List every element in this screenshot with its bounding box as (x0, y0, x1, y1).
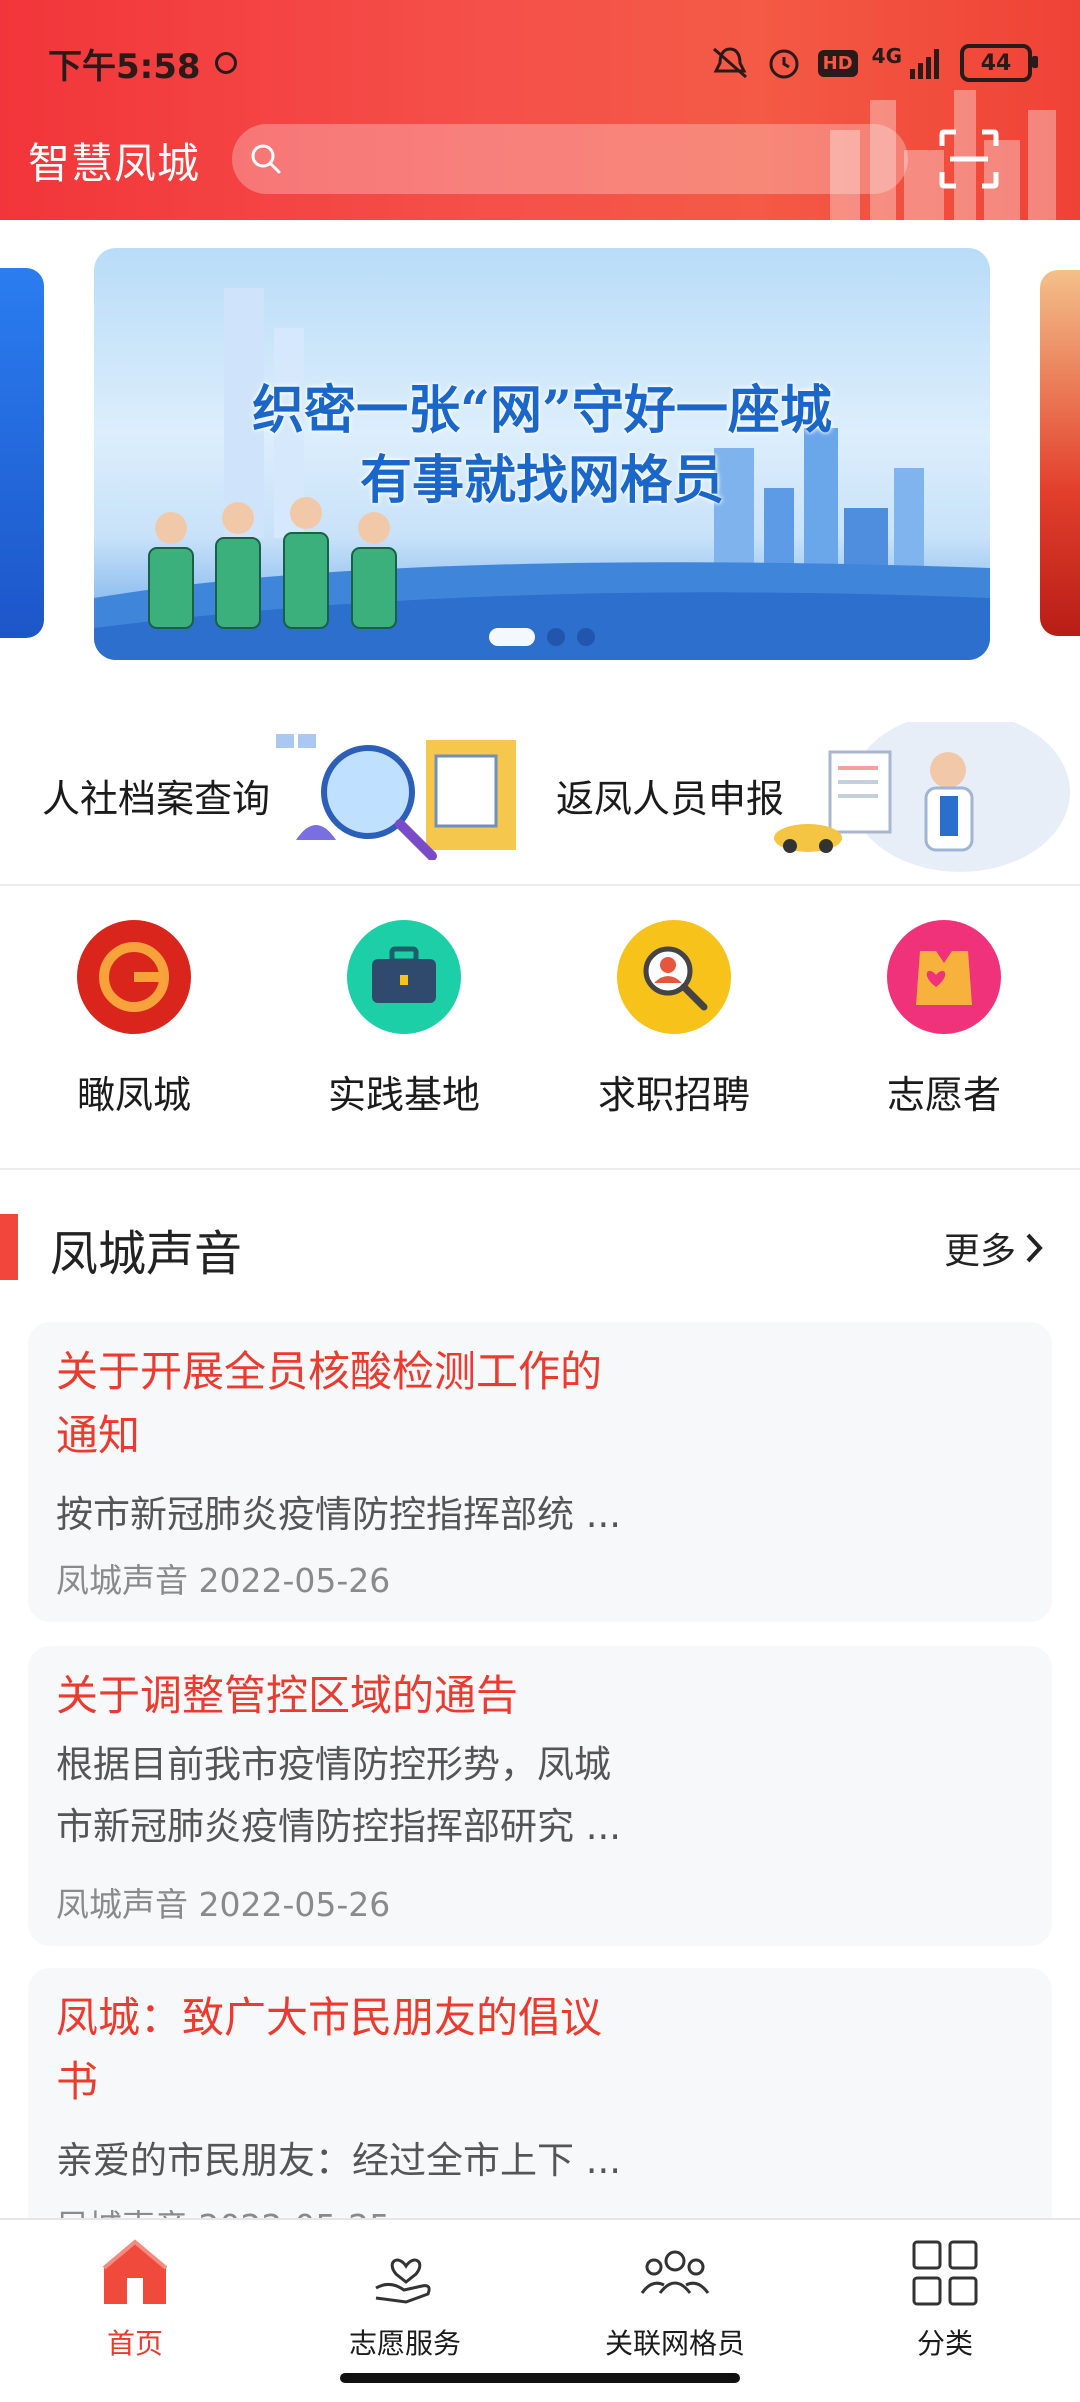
chevron-right-icon (1026, 1233, 1043, 1263)
tab-label: 分类 (916, 2327, 973, 2360)
news-title-line: 凤城：致广大市民朋友的倡议 (56, 1993, 603, 2042)
heart-hand-icon (375, 2258, 431, 2304)
carousel-dot (577, 628, 595, 646)
tab-volunteer-service[interactable]: 志愿服务 (270, 2230, 540, 2362)
magnifier-document-illustration (276, 734, 516, 860)
grid-item-label: 实践基地 (327, 1073, 480, 1117)
section-accent-bar (0, 1214, 18, 1280)
news-card[interactable]: 关于调整管控区域的通告 根据目前我市疫情防控形势，凤城 市新冠肺炎疫情防控指挥部… (28, 1646, 1052, 1946)
news-meta: 凤城声音 2022-05-26 (56, 1561, 391, 1600)
tab-label: 关联网格员 (604, 2327, 745, 2360)
tab-label: 首页 (106, 2327, 163, 2360)
news-card[interactable]: 关于开展全员核酸检测工作的 通知 按市新冠肺炎疫情防控指挥部统 ... 凤城声音… (28, 1322, 1052, 1622)
section-header: 凤城声音 更多 (0, 1210, 1080, 1286)
scan-icon[interactable] (936, 126, 1002, 192)
section-title: 凤城声音 (50, 1226, 243, 1282)
news-title-line: 关于调整管控区域的通告 (56, 1671, 519, 1720)
mute-bell-icon (712, 47, 747, 79)
tab-grid-workers[interactable]: 关联网格员 (540, 2230, 810, 2362)
banner-carousel[interactable]: 织密一张“网”守好一座城 有事就找网格员 (0, 248, 1080, 660)
status-bar: 下午5:58 HD 4G 44 (48, 38, 1038, 88)
news-title-line: 书 (56, 2057, 99, 2106)
banner-next-peek[interactable] (1040, 270, 1080, 636)
quick-link-hr-archive[interactable]: 人社档案查询 (0, 720, 530, 880)
signal-strength-icon (910, 49, 939, 79)
tab-label: 志愿服务 (348, 2327, 461, 2360)
tab-categories[interactable]: 分类 (810, 2230, 1080, 2362)
location-indicator-icon (214, 52, 237, 74)
quick-link-label: 返凤人员申报 (556, 777, 785, 821)
grid-item-label: 求职招聘 (597, 1073, 750, 1117)
fengcheng-logo-icon (77, 920, 191, 1034)
quick-link-label: 人社档案查询 (42, 777, 271, 821)
grid-item-volunteer[interactable]: 志愿者 (844, 920, 1044, 1119)
job-search-icon (617, 920, 731, 1034)
grid-item-jobs[interactable]: 求职招聘 (574, 920, 774, 1119)
banner-slide[interactable]: 织密一张“网”守好一座城 有事就找网格员 (94, 248, 990, 660)
alarm-clock-icon (769, 49, 799, 79)
news-summary: 按市新冠肺炎疫情防控指挥部统 ... (56, 1493, 622, 1536)
status-time: 下午5:58 (48, 46, 201, 87)
banner-headline-2: 有事就找网格员 (359, 450, 724, 511)
app-title: 智慧凤城 (28, 139, 201, 188)
banner-headline-1: 织密一张“网”守好一座城 (252, 380, 832, 441)
tab-home[interactable]: 首页 (0, 2230, 270, 2362)
grid-item-label: 瞰凤城 (76, 1073, 191, 1117)
carousel-indicator (94, 628, 990, 646)
carousel-dot-active (489, 628, 535, 646)
app-header: 下午5:58 HD 4G 44 智慧凤城 (0, 0, 1080, 220)
group-icon (640, 2250, 710, 2294)
divider (0, 1168, 1080, 1170)
carousel-dot (547, 628, 565, 646)
volunteer-vest-icon (887, 920, 1001, 1034)
search-icon (251, 144, 281, 174)
news-summary-line: 市新冠肺炎疫情防控指挥部研究 ... (56, 1805, 622, 1848)
divider (0, 884, 1080, 886)
briefcase-icon (347, 920, 461, 1034)
doctor-clipboard-illustration (774, 722, 1070, 872)
news-title-line: 关于开展全员核酸检测工作的 (56, 1347, 603, 1396)
news-title: 关于调整管控区域的通告 (56, 1664, 696, 1728)
grid-item-practice-base[interactable]: 实践基地 (304, 920, 504, 1119)
more-link-label: 更多 (943, 1231, 1016, 1272)
more-link[interactable]: 更多 (944, 1222, 1044, 1274)
news-summary: 根据目前我市疫情防控形势，凤城 市新冠肺炎疫情防控指挥部研究 ... (56, 1734, 716, 1858)
banner-prev-peek[interactable] (0, 268, 44, 638)
hd-badge: HD (817, 49, 858, 77)
news-title: 凤城：致广大市民朋友的倡议 书 (56, 1986, 696, 2114)
home-icon (102, 2239, 168, 2304)
grid-item-fengcheng[interactable]: 瞰凤城 (34, 920, 234, 1119)
search-input[interactable] (284, 123, 908, 195)
home-indicator[interactable] (340, 2373, 740, 2383)
quick-link-return-report[interactable]: 返凤人员申报 (540, 720, 1080, 880)
grid-item-label: 志愿者 (886, 1073, 1001, 1117)
news-summary-line: 根据目前我市疫情防控形势，凤城 (56, 1743, 611, 1786)
news-title-line: 通知 (56, 1411, 141, 1460)
quick-links: 人社档案查询 返凤人员申报 (0, 720, 1080, 880)
battery-indicator: 44 (960, 44, 1038, 82)
news-summary: 亲爱的市民朋友：经过全市上下 ... (56, 2139, 622, 2182)
network-type: 4G (871, 44, 902, 68)
news-title: 关于开展全员核酸检测工作的 通知 (56, 1340, 696, 1468)
grid-icon (912, 2240, 978, 2306)
news-meta: 凤城声音 2022-05-26 (56, 1885, 391, 1924)
service-grid: 瞰凤城 实践基地 求职招聘 志愿者 (0, 920, 1080, 1120)
search-bar[interactable] (232, 123, 908, 195)
